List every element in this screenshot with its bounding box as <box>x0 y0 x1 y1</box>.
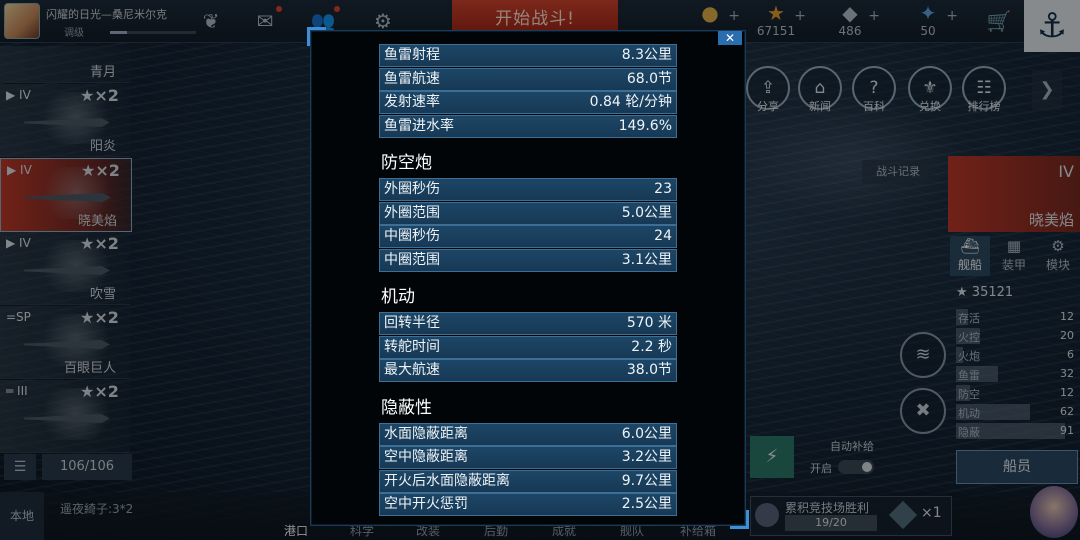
stat-value: 3.1公里 <box>621 251 672 268</box>
stat-label: 最大航速 <box>384 362 440 378</box>
stat-value: 38.0节 <box>626 362 672 378</box>
stat-value: 8.3公里 <box>621 47 672 63</box>
stat-value: 2.5公里 <box>621 496 672 512</box>
stat-row: 外圈秒伤 23 <box>379 178 677 201</box>
stat-value: 2.2 秒 <box>631 338 672 355</box>
stat-value: 23 <box>654 181 672 197</box>
stat-value: 5.0公里 <box>621 204 672 221</box>
section-title: 隐蔽性 <box>381 397 432 418</box>
stat-label: 空中开火惩罚 <box>384 496 468 512</box>
stat-row: 中圈范围 3.1公里 <box>379 248 677 272</box>
stat-label: 空中隐蔽距离 <box>384 449 468 465</box>
stat-label: 水面隐蔽距离 <box>384 425 468 442</box>
stat-row: 鱼雷射程 8.3公里 <box>379 44 677 67</box>
stat-row: 回转半径 570 米 <box>379 312 677 335</box>
stat-value: 68.0节 <box>626 70 672 87</box>
stat-value: 24 <box>654 228 672 244</box>
stat-value: 0.84 轮/分钟 <box>589 94 672 110</box>
stat-row: 开火后水面隐蔽距离 9.7公里 <box>379 469 677 493</box>
stat-label: 开火后水面隐蔽距离 <box>384 472 510 489</box>
stat-value: 3.2公里 <box>621 449 672 465</box>
stat-label: 转舵时间 <box>384 338 440 355</box>
stat-value: 9.7公里 <box>621 472 672 489</box>
stat-row: 鱼雷航速 68.0节 <box>379 67 677 91</box>
stat-row: 空中开火惩罚 2.5公里 <box>379 493 677 516</box>
stat-row: 鱼雷进水率 149.6% <box>379 114 677 138</box>
stat-label: 中圈范围 <box>384 251 440 268</box>
stat-value: 570 米 <box>626 315 672 331</box>
close-icon[interactable]: ✕ <box>718 31 742 45</box>
stat-label: 鱼雷进水率 <box>384 117 454 134</box>
stat-value: 6.0公里 <box>621 425 672 442</box>
stat-label: 回转半径 <box>384 315 440 331</box>
stat-row: 水面隐蔽距离 6.0公里 <box>379 422 677 446</box>
stat-label: 中圈秒伤 <box>384 228 440 244</box>
stat-row: 转舵时间 2.2 秒 <box>379 335 677 359</box>
stat-label: 外圈范围 <box>384 204 440 221</box>
stat-value: 149.6% <box>618 117 672 134</box>
section-title: 防空炮 <box>381 153 432 173</box>
stat-row: 中圈秒伤 24 <box>379 225 677 248</box>
stat-label: 外圈秒伤 <box>384 181 440 197</box>
stat-row: 空中隐蔽距离 3.2公里 <box>379 446 677 469</box>
stats-scroll-area[interactable]: 鱼雷射程 8.3公里鱼雷航速 68.0节发射速率 0.84 轮/分钟鱼雷进水率 149.… <box>379 44 679 516</box>
stat-row: 发射速率 0.84 轮/分钟 <box>379 91 677 114</box>
stat-row: 外圈范围 5.0公里 <box>379 201 677 225</box>
stat-label: 发射速率 <box>384 94 440 110</box>
stat-label: 鱼雷射程 <box>384 47 440 63</box>
stat-label: 鱼雷航速 <box>384 70 440 87</box>
stat-row: 最大航速 38.0节 <box>379 359 677 382</box>
section-title: 机动 <box>381 287 415 307</box>
